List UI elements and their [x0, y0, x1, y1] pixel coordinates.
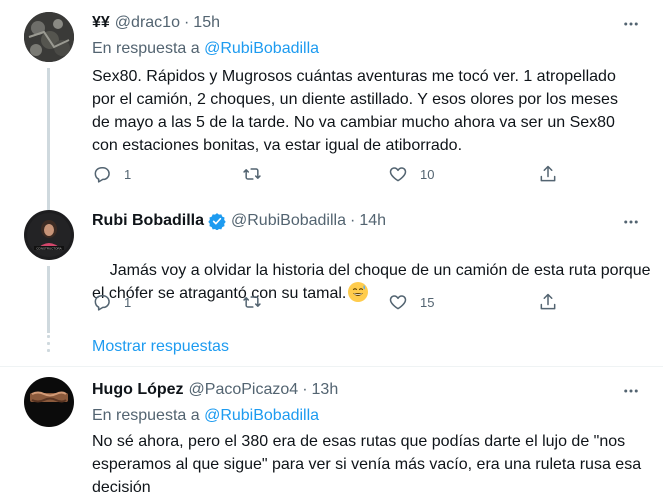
avatar-rubibobadilla[interactable]: CONSTRUCTORA: [24, 210, 74, 260]
like-count: 10: [420, 166, 435, 182]
reply-button[interactable]: 1: [92, 164, 131, 184]
tweet-header: ¥¥ @drac1o · 15h: [92, 14, 220, 32]
retweet-button[interactable]: [242, 164, 262, 184]
timestamp[interactable]: 13h: [312, 381, 339, 399]
author-handle[interactable]: @PacoPicazo4: [189, 381, 299, 399]
avatar-pacopicazo4[interactable]: [24, 377, 74, 427]
avatar-drac1o[interactable]: [24, 12, 74, 62]
reply-button[interactable]: 1: [92, 292, 131, 312]
retweet-icon: [243, 296, 261, 308]
share-icon: [540, 293, 556, 310]
like-count: 15: [420, 294, 435, 310]
more-icon[interactable]: [619, 12, 643, 36]
reply-count: 1: [124, 294, 132, 310]
reply-prefix: En respuesta a: [92, 407, 200, 424]
author-handle[interactable]: @RubiBobadilla: [231, 212, 346, 230]
reply-icon: [94, 167, 110, 183]
author-name[interactable]: ¥¥: [92, 14, 110, 32]
reply-mention-link[interactable]: @RubiBobadilla: [204, 40, 319, 57]
tweet-text: No sé ahora, pero el 380 era de esas rut…: [92, 433, 642, 496]
thread-line: [47, 68, 50, 203]
reply-context: En respuesta a @RubiBobadilla: [92, 40, 319, 58]
reply-prefix: En respuesta a: [92, 40, 200, 57]
author-handle[interactable]: @drac1o: [115, 14, 180, 32]
show-more-replies-link[interactable]: Mostrar respuestas: [92, 338, 229, 356]
share-button[interactable]: [538, 292, 558, 312]
retweet-icon: [243, 168, 261, 180]
reply-count: 1: [124, 166, 132, 182]
more-icon[interactable]: [619, 379, 643, 403]
author-name[interactable]: Hugo López: [92, 381, 184, 399]
thread-line: [47, 266, 50, 333]
tweet-header: Hugo López @PacoPicazo4 · 13h: [92, 381, 338, 399]
separator: ·: [183, 14, 190, 31]
thread-line: [47, 200, 50, 210]
reply-mention-link[interactable]: @RubiBobadilla: [204, 407, 319, 424]
tweet-drac1o[interactable]: ¥¥ @drac1o · 15h En respuesta a @RubiBob…: [0, 0, 663, 203]
more-icon[interactable]: [619, 210, 643, 234]
tweet-actions: 1 15: [92, 292, 572, 316]
verified-badge-icon: [208, 213, 226, 230]
svg-text:CONSTRUCTORA: CONSTRUCTORA: [36, 247, 61, 251]
like-button[interactable]: 15: [388, 292, 434, 312]
like-icon: [389, 295, 407, 310]
tweet-text: Sex80. Rápidos y Mugrosos cuántas aventu…: [92, 68, 618, 154]
author-name[interactable]: Rubi Bobadilla: [92, 212, 204, 230]
tweet-rubibobadilla[interactable]: CONSTRUCTORA Rubi Bobadilla @RubiBobadil…: [0, 200, 663, 333]
separator: ·: [302, 381, 308, 398]
tweet-pacopicazo4[interactable]: Hugo López @PacoPicazo4 · 13h En respues…: [0, 367, 663, 497]
share-button[interactable]: [538, 164, 558, 184]
timestamp[interactable]: 15h: [193, 14, 220, 32]
tweet-actions: 1 10: [92, 164, 572, 188]
separator: ·: [349, 212, 356, 229]
reply-icon: [94, 295, 110, 311]
thread-dots: [47, 335, 50, 356]
like-icon: [389, 167, 407, 182]
timestamp[interactable]: 14h: [359, 212, 386, 230]
tweet-header: Rubi Bobadilla @RubiBobadilla · 14h: [92, 212, 386, 230]
share-icon: [540, 165, 556, 182]
retweet-button[interactable]: [242, 292, 262, 312]
reply-context: En respuesta a @RubiBobadilla: [92, 407, 319, 425]
like-button[interactable]: 10: [388, 164, 434, 184]
